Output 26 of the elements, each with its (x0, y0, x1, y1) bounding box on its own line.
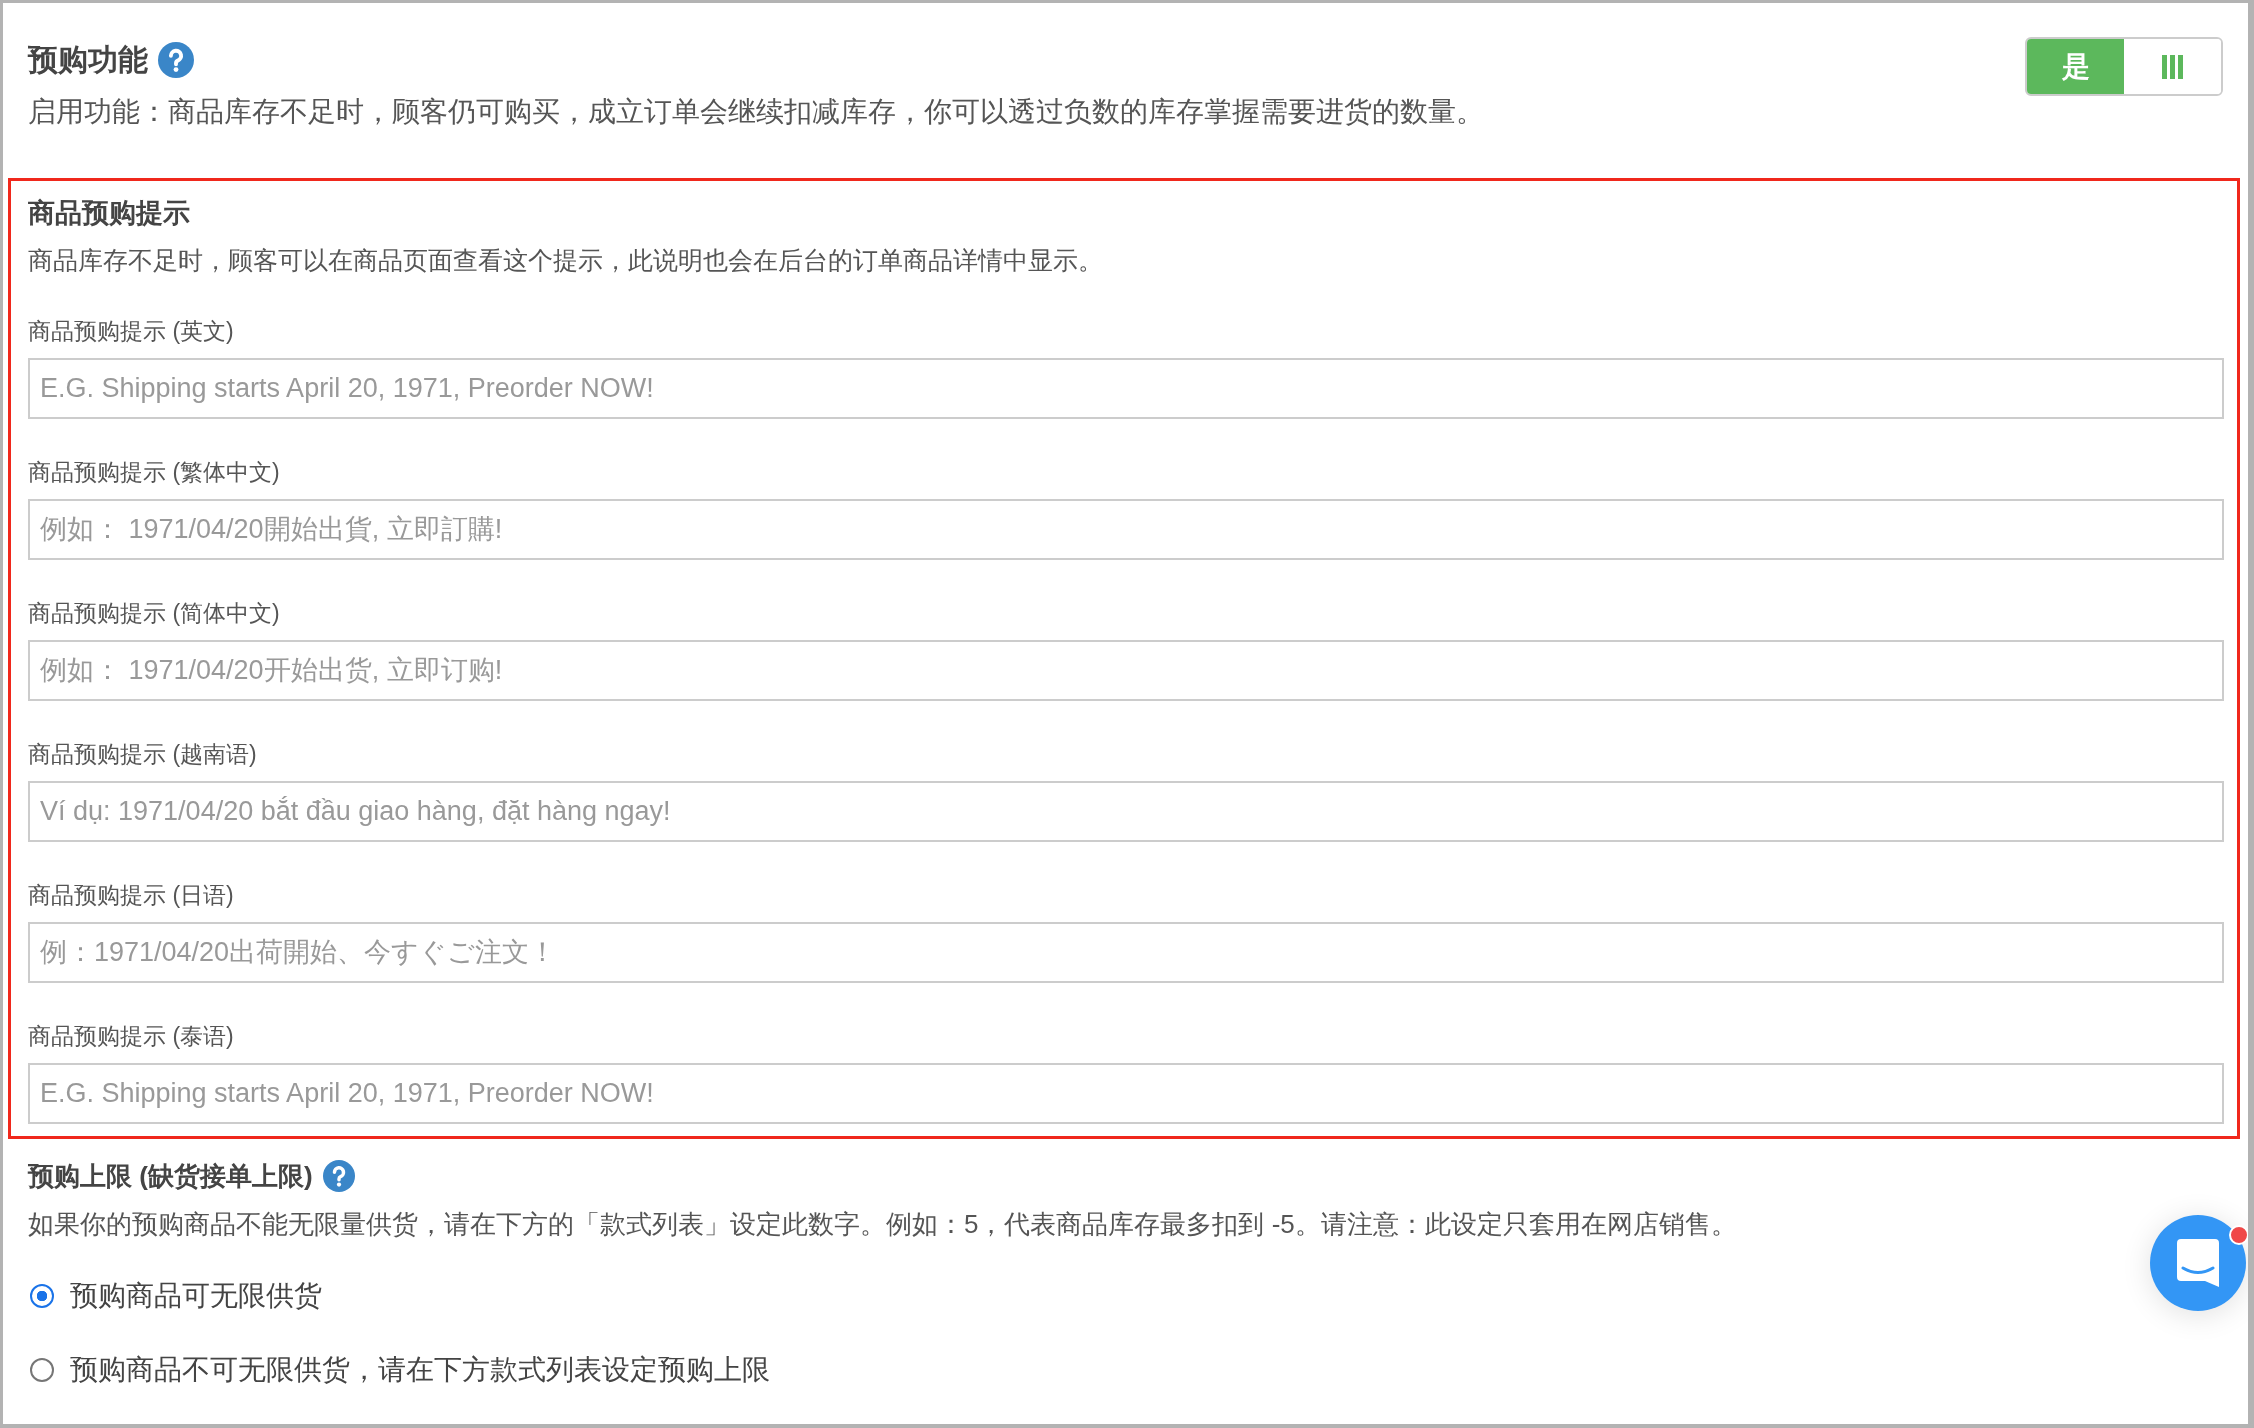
section-title: 商品预购提示 (28, 197, 191, 230)
radio-button[interactable] (30, 1358, 54, 1382)
input-field[interactable]: Ví dụ: 1971/04/20 bắt đầu giao hàng, đặt hàng ngay! (28, 781, 2224, 842)
field-label: 商品预购提示 (英文) (28, 317, 235, 346)
section-description: 商品库存不足时，顾客可以在商品页面查看这个提示，此说明也会在后台的订单商品详情中显示。 (28, 245, 1104, 276)
field-label: 商品预购提示 (日语) (28, 881, 235, 910)
input-field[interactable]: 例如： 1971/04/20開始出貨, 立即訂購! (28, 499, 2224, 560)
input-field[interactable]: E.G. Shipping starts April 20, 1971, Preorder NOW! (28, 1063, 2224, 1124)
help-icon[interactable] (158, 42, 194, 78)
field-label: 商品预购提示 (简体中文) (28, 599, 281, 628)
help-icon[interactable] (322, 1160, 355, 1192)
radio-button[interactable] (30, 1284, 54, 1308)
grip-icon (2162, 54, 2183, 79)
section-description: 启用功能：商品库存不足时，顾客仍可购买，成立订单会继续扣减库存，你可以透过负数的库存掌握需要进货的数量。 (28, 95, 1484, 129)
field-label: 商品预购提示 (越南语) (28, 740, 258, 769)
radio-label[interactable]: 预购商品不可无限供货，请在下方款式列表设定预购上限 (70, 1350, 770, 1390)
input-field[interactable]: 例：1971/04/20出荷開始、今すぐご注文！ (28, 922, 2224, 983)
section-description: 如果你的预购商品不能无限量供货，请在下方的「款式列表」设定此数字。例如：5，代表商品库存最多扣到 -5。请注意：此设定只套用在网店销售。 (28, 1208, 1738, 1241)
section-title: 预购上限 (缺货接单上限) (28, 1160, 313, 1193)
field-label: 商品预购提示 (泰语) (28, 1022, 235, 1051)
field-label: 商品预购提示 (繁体中文) (28, 458, 281, 487)
input-field[interactable]: E.G. Shipping starts April 20, 1971, Preorder NOW! (28, 358, 2224, 419)
radio-label[interactable]: 预购商品可无限供货 (70, 1276, 322, 1316)
chat-bubble-icon (2177, 1239, 2219, 1287)
input-field[interactable]: 例如： 1971/04/20开始出货, 立即订购! (28, 640, 2224, 701)
section-title: 预购功能 (28, 42, 148, 78)
